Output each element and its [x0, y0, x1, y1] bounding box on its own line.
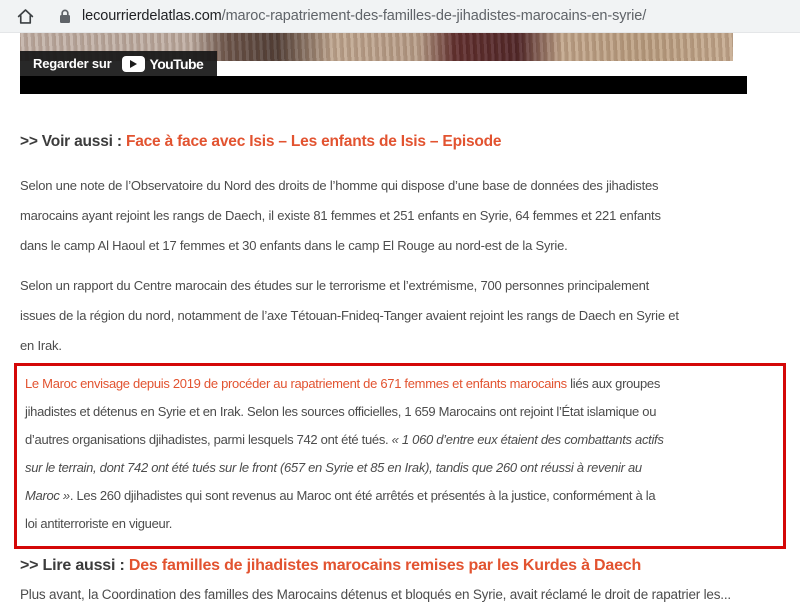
- youtube-logo: YouTube: [121, 55, 204, 72]
- lire-aussi-link[interactable]: Des familles de jihadistes marocains rem…: [129, 557, 641, 574]
- rapatriement-link[interactable]: Le Maroc envisage depuis 2019 de procéde…: [25, 376, 567, 391]
- home-icon[interactable]: [16, 7, 35, 26]
- youtube-wordmark: YouTube: [149, 55, 204, 72]
- voir-aussi-line: >> Voir aussi : Face à face avec Isis – …: [20, 132, 800, 151]
- paragraph-rapport: Selon un rapport du Centre marocain des …: [20, 278, 679, 353]
- lire-aussi-line: >> Lire aussi : Des familles de jihadist…: [20, 556, 800, 575]
- video-player-bar[interactable]: [20, 76, 747, 94]
- youtube-video-embed: Regarder sur YouTube: [20, 33, 747, 94]
- highlighted-paragraph: Le Maroc envisage depuis 2019 de procéde…: [14, 363, 786, 549]
- url-domain: lecourrierdelatlas.com: [82, 8, 222, 24]
- voir-aussi-link[interactable]: Face à face avec Isis – Les enfants de I…: [126, 133, 502, 150]
- watch-on-label: Regarder sur: [33, 56, 112, 71]
- browser-address-bar: lecourrierdelatlas.com/maroc-rapatriemen…: [0, 0, 800, 33]
- lire-aussi-label: >> Lire aussi :: [20, 557, 125, 574]
- url-path: /maroc-rapatriement-des-familles-de-jiha…: [221, 8, 647, 24]
- youtube-play-icon: [121, 55, 145, 72]
- lock-icon: [60, 9, 70, 23]
- article-content: >> Voir aussi : Face à face avec Isis – …: [0, 132, 800, 602]
- voir-aussi-label: >> Voir aussi :: [20, 133, 122, 150]
- paragraph-observatoire: Selon une note de l’Observatoire du Nord…: [20, 178, 661, 253]
- watch-on-youtube-button[interactable]: Regarder sur YouTube: [20, 51, 218, 76]
- url-bar[interactable]: lecourrierdelatlas.com/maroc-rapatriemen…: [82, 8, 646, 24]
- highlight-text-2: . Les 260 djihadistes qui sont revenus a…: [25, 488, 656, 531]
